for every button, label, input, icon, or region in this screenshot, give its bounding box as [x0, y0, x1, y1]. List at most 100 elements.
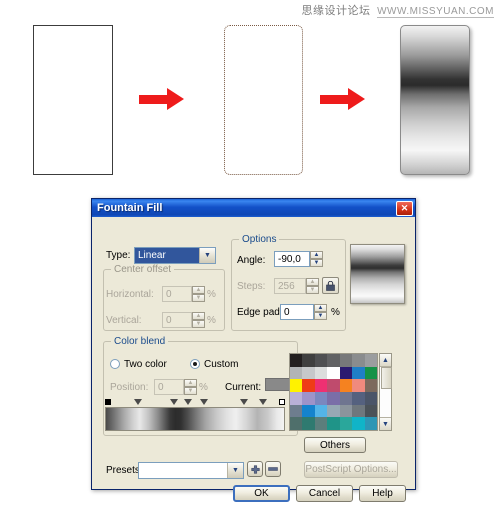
horizontal-input[interactable]: 0 — [162, 286, 192, 302]
palette-swatch[interactable] — [290, 417, 303, 430]
stepper-up-icon[interactable]: ▲ — [314, 304, 327, 312]
custom-label[interactable]: Custom — [204, 359, 238, 370]
palette-swatch[interactable] — [314, 354, 328, 367]
edge-pad-stepper[interactable]: ▲ ▼ — [314, 304, 327, 320]
palette-swatch[interactable] — [290, 404, 303, 418]
palette-swatch[interactable] — [314, 404, 328, 418]
gradient-marker[interactable] — [133, 399, 142, 405]
palette-swatch[interactable] — [302, 404, 315, 418]
palette-swatch[interactable] — [327, 366, 340, 380]
chevron-down-icon[interactable]: ▼ — [199, 248, 215, 263]
edge-pad-input[interactable]: 0 — [280, 304, 314, 320]
stepper-down-icon[interactable]: ▼ — [184, 387, 197, 395]
palette-swatch[interactable] — [327, 392, 340, 405]
palette-swatch[interactable] — [352, 354, 365, 367]
palette-swatch[interactable] — [302, 366, 315, 380]
palette-swatch[interactable] — [352, 379, 365, 392]
palette-swatch[interactable] — [327, 404, 340, 418]
position-stepper[interactable]: ▲ ▼ — [184, 379, 197, 395]
palette-swatch[interactable] — [302, 379, 315, 392]
others-button[interactable]: Others — [304, 437, 366, 453]
custom-radio[interactable] — [190, 359, 200, 369]
palette-swatch[interactable] — [339, 404, 353, 418]
palette-swatch[interactable] — [364, 379, 377, 392]
palette-swatch[interactable] — [290, 366, 303, 380]
angle-input[interactable]: -90,0 — [274, 251, 310, 267]
steps-input[interactable]: 256 — [274, 278, 306, 294]
scroll-down-icon[interactable]: ▼ — [380, 417, 391, 430]
gradient-editor-bar[interactable] — [105, 407, 285, 431]
palette-swatch[interactable] — [339, 392, 353, 405]
two-color-label[interactable]: Two color — [124, 359, 167, 370]
help-button[interactable]: Help — [359, 485, 406, 502]
stepper-up-icon[interactable]: ▲ — [192, 312, 205, 320]
cancel-button[interactable]: Cancel — [296, 485, 353, 502]
palette-swatch[interactable] — [327, 417, 340, 430]
ok-button[interactable]: OK — [233, 485, 290, 502]
gradient-marker[interactable] — [170, 399, 179, 405]
gradient-marker[interactable] — [258, 399, 267, 405]
palette-swatch[interactable] — [364, 417, 377, 430]
close-icon[interactable]: ✕ — [396, 200, 413, 216]
palette-swatch[interactable] — [364, 392, 377, 405]
vertical-stepper[interactable]: ▲ ▼ — [192, 312, 205, 328]
palette-swatch[interactable] — [290, 354, 303, 367]
horizontal-stepper[interactable]: ▲ ▼ — [192, 286, 205, 302]
add-preset-button[interactable] — [247, 461, 263, 477]
stepper-up-icon[interactable]: ▲ — [306, 278, 319, 286]
palette-swatch[interactable] — [352, 404, 365, 418]
stepper-down-icon[interactable]: ▼ — [310, 259, 323, 267]
vertical-input[interactable]: 0 — [162, 312, 192, 328]
position-unit: % — [199, 382, 208, 393]
palette-swatch[interactable] — [339, 366, 353, 380]
color-palette-grid[interactable] — [289, 353, 378, 431]
dialog-titlebar[interactable]: Fountain Fill ✕ — [92, 199, 415, 217]
steps-stepper[interactable]: ▲ ▼ — [306, 278, 319, 294]
stepper-down-icon[interactable]: ▼ — [306, 286, 319, 294]
palette-swatch[interactable] — [352, 366, 365, 380]
lock-icon[interactable] — [322, 277, 339, 294]
gradient-preview — [350, 244, 405, 304]
scrollbar-thumb[interactable] — [381, 367, 392, 389]
palette-swatch[interactable] — [339, 354, 353, 367]
palette-scrollbar[interactable]: ▲ ▼ — [379, 353, 392, 431]
palette-swatch[interactable] — [302, 417, 315, 430]
palette-swatch[interactable] — [339, 417, 353, 430]
palette-swatch[interactable] — [302, 354, 315, 367]
stepper-up-icon[interactable]: ▲ — [192, 286, 205, 294]
stepper-down-icon[interactable]: ▼ — [192, 294, 205, 302]
remove-preset-button[interactable] — [265, 461, 281, 477]
stepper-up-icon[interactable]: ▲ — [184, 379, 197, 387]
palette-swatch[interactable] — [314, 379, 328, 392]
palette-swatch[interactable] — [327, 354, 340, 367]
postscript-options-button[interactable]: PostScript Options... — [304, 461, 398, 478]
palette-swatch[interactable] — [302, 392, 315, 405]
palette-swatch[interactable] — [290, 392, 303, 405]
palette-swatch[interactable] — [364, 354, 377, 367]
gradient-marker[interactable] — [199, 399, 208, 405]
stepper-down-icon[interactable]: ▼ — [192, 320, 205, 328]
palette-swatch[interactable] — [327, 379, 340, 392]
two-color-radio[interactable] — [110, 359, 120, 369]
stepper-down-icon[interactable]: ▼ — [314, 312, 327, 320]
palette-swatch[interactable] — [352, 417, 365, 430]
palette-swatch[interactable] — [314, 366, 328, 380]
position-input[interactable]: 0 — [154, 379, 184, 395]
chevron-down-icon[interactable]: ▼ — [227, 463, 243, 478]
palette-swatch[interactable] — [364, 366, 377, 380]
gradient-start-marker[interactable] — [105, 399, 111, 405]
palette-swatch[interactable] — [339, 379, 353, 392]
type-dropdown[interactable]: Linear ▼ — [134, 247, 216, 264]
presets-dropdown[interactable]: ▼ — [138, 462, 244, 479]
palette-swatch[interactable] — [314, 392, 328, 405]
scroll-up-icon[interactable]: ▲ — [380, 354, 391, 367]
palette-swatch[interactable] — [314, 417, 328, 430]
palette-swatch[interactable] — [364, 404, 377, 418]
stepper-up-icon[interactable]: ▲ — [310, 251, 323, 259]
palette-swatch[interactable] — [290, 379, 303, 392]
palette-swatch[interactable] — [352, 392, 365, 405]
gradient-marker[interactable] — [239, 399, 248, 405]
gradient-end-marker[interactable] — [279, 399, 285, 405]
angle-stepper[interactable]: ▲ ▼ — [310, 251, 323, 267]
gradient-marker[interactable] — [184, 399, 193, 405]
